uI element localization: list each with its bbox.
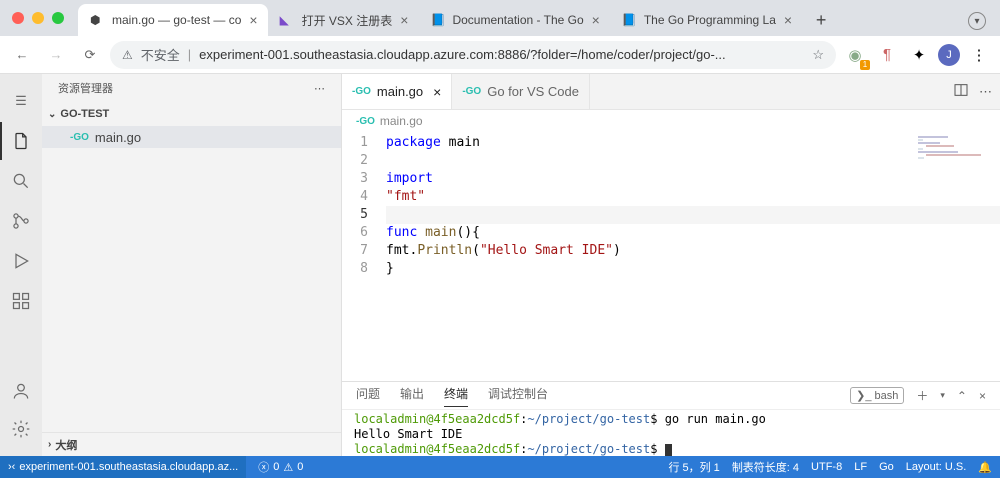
close-icon[interactable]: × [592, 12, 600, 28]
eol[interactable]: LF [854, 461, 867, 473]
search-icon[interactable] [0, 162, 42, 200]
mac-close[interactable] [12, 12, 24, 24]
chevron-down-icon[interactable]: ▾ [940, 390, 945, 401]
browser-tab-3[interactable]: 📘 The Go Programming La × [610, 4, 802, 36]
forward-button[interactable]: → [42, 41, 70, 69]
close-icon[interactable]: × [433, 84, 441, 100]
more-icon[interactable]: ⋯ [314, 82, 325, 95]
terminal-tab[interactable]: 问题 [356, 385, 380, 406]
editor-tab-go-vscode[interactable]: -GO Go for VS Code [452, 74, 590, 109]
browser-tab-strip: ⬢ main.go — go-test — co × ◣ 打开 VSX 注册表 … [0, 0, 1000, 36]
terminal-tab[interactable]: 终端 [444, 385, 468, 407]
language-mode[interactable]: Go [879, 461, 894, 473]
sidebar-title: 资源管理器 [58, 80, 113, 96]
keyboard-layout[interactable]: Layout: U.S. [906, 461, 967, 473]
mac-zoom[interactable] [52, 12, 64, 24]
terminal-tab[interactable]: 调试控制台 [488, 385, 548, 406]
back-button[interactable]: ← [8, 41, 36, 69]
breadcrumb[interactable]: -GO main.go [342, 110, 1000, 132]
sidebar: 资源管理器 ⋯ ⌄ GO-TEST -GO main.go › 大纲 [42, 74, 342, 456]
terminal-shell-select[interactable]: ❯_ bash [850, 387, 904, 404]
gear-icon[interactable] [0, 410, 42, 448]
terminal-tab[interactable]: 输出 [400, 385, 424, 406]
url-field[interactable]: ⚠ 不安全 | experiment-001.southeastasia.clo… [110, 41, 836, 69]
close-icon[interactable]: × [784, 12, 792, 28]
cursor-position[interactable]: 行 5，列 1 [668, 459, 719, 475]
go-file-icon: -GO [70, 132, 89, 143]
sidebar-project-section[interactable]: ⌄ GO-TEST [42, 102, 341, 126]
editor-tab-main-go[interactable]: -GO main.go × [342, 74, 452, 109]
extensions-icon[interactable]: ✦ [906, 42, 932, 68]
extension-icon[interactable]: ◉ [842, 42, 868, 68]
code-editor[interactable]: 12345678 package main import "fmt" func … [342, 132, 1000, 381]
star-icon[interactable]: ☆ [812, 47, 824, 63]
vscode-icon: ⬢ [90, 13, 104, 27]
paragraph-icon[interactable]: ¶ [874, 42, 900, 68]
status-bar: ›‹ experiment-001.southeastasia.cloudapp… [0, 456, 1000, 478]
go-file-icon: -GO [352, 86, 371, 97]
encoding[interactable]: UTF-8 [811, 461, 842, 473]
source-control-icon[interactable] [0, 202, 42, 240]
activity-bar: ☰ [0, 74, 42, 456]
editor-area: -GO main.go × -GO Go for VS Code ⋯ -GO m… [342, 74, 1000, 456]
go-icon: 📘 [622, 13, 636, 27]
maximize-icon[interactable]: ⌃ [957, 389, 967, 403]
close-icon[interactable]: × [400, 12, 408, 28]
account-icon[interactable] [0, 372, 42, 410]
minimap[interactable] [918, 136, 988, 176]
run-icon[interactable] [0, 242, 42, 280]
file-item-main-go[interactable]: -GO main.go [42, 126, 341, 148]
vsx-icon: ◣ [280, 13, 294, 27]
reload-button[interactable]: ⟳ [76, 41, 104, 69]
close-icon[interactable]: × [979, 389, 986, 403]
terminal-panel: 问题输出终端调试控制台 ❯_ bash ＋ ▾ ⌃ × localadmin@4… [342, 381, 1000, 456]
insecure-icon: ⚠ [122, 48, 133, 62]
tab-size[interactable]: 制表符长度: 4 [732, 459, 799, 475]
go-doc-icon: 📘 [430, 13, 444, 27]
problems-indicator[interactable]: ⓧ 0 ⚠ 0 [258, 459, 303, 475]
new-tab-button[interactable]: + [807, 6, 835, 34]
terminal-body[interactable]: localadmin@4f5eaa2dcd5f:~/project/go-tes… [342, 410, 1000, 456]
new-terminal-icon[interactable]: ＋ [916, 387, 928, 404]
chevron-right-icon: › [48, 439, 51, 450]
go-file-icon: -GO [356, 116, 375, 127]
explorer-icon[interactable] [0, 122, 42, 160]
extensions-icon[interactable] [0, 282, 42, 320]
more-icon[interactable]: ⋯ [979, 84, 992, 100]
menu-icon[interactable]: ☰ [0, 82, 42, 120]
menu-icon[interactable]: ⋮ [966, 42, 992, 68]
remote-indicator[interactable]: ›‹ experiment-001.southeastasia.cloudapp… [0, 456, 246, 478]
editor-tabs: -GO main.go × -GO Go for VS Code ⋯ [342, 74, 1000, 110]
sidebar-outline-section[interactable]: › 大纲 [42, 432, 341, 456]
close-icon[interactable]: × [249, 12, 257, 28]
profile-avatar[interactable]: J [938, 44, 960, 66]
browser-toolbar: ← → ⟳ ⚠ 不安全 | experiment-001.southeastas… [0, 36, 1000, 74]
browser-tab-2[interactable]: 📘 Documentation - The Go × [418, 4, 609, 36]
mac-minimize[interactable] [32, 12, 44, 24]
go-file-icon: -GO [462, 86, 481, 97]
notifications-icon[interactable]: 🔔 [978, 461, 992, 474]
split-editor-icon[interactable] [953, 82, 969, 101]
chevron-down-icon: ⌄ [48, 109, 56, 120]
browser-tab-0[interactable]: ⬢ main.go — go-test — co × [78, 4, 268, 36]
browser-tab-1[interactable]: ◣ 打开 VSX 注册表 × [268, 4, 419, 36]
chevron-down-icon[interactable]: ▾ [968, 12, 986, 30]
